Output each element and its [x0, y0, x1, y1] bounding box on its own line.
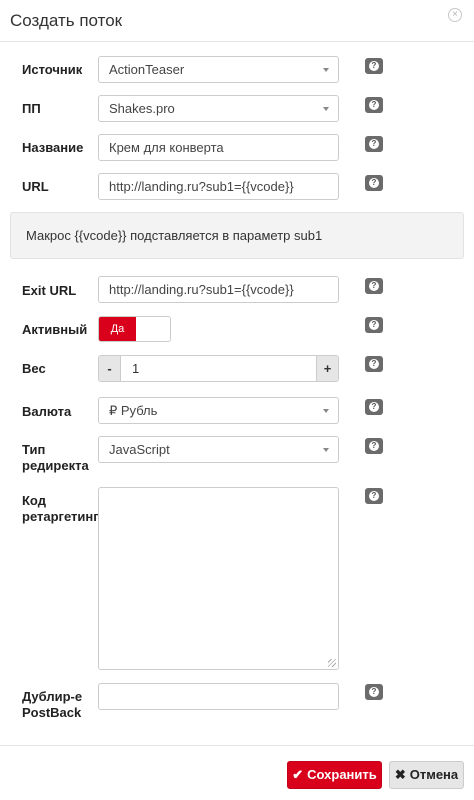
url-label: URL [22, 179, 49, 194]
check-icon: ✔ [292, 767, 304, 782]
chevron-down-icon [323, 409, 329, 413]
currency-select[interactable]: ₽ Рубль [98, 397, 339, 424]
weight-label: Вес [22, 361, 46, 376]
name-label: Название [22, 140, 84, 155]
pp-label: ПП [22, 101, 41, 116]
help-icon[interactable]: ? [365, 58, 383, 74]
help-icon[interactable]: ? [365, 317, 383, 333]
postback-input[interactable] [98, 683, 339, 710]
exit-url-label: Exit URL [22, 283, 77, 298]
exit-url-input[interactable]: http://landing.ru?sub1={{vcode}} [98, 276, 339, 303]
source-label: Источник [22, 62, 83, 77]
retargeting-code-textarea[interactable] [98, 487, 339, 670]
url-input[interactable]: http://landing.ru?sub1={{vcode}} [98, 173, 339, 200]
increment-button[interactable]: + [316, 356, 338, 381]
redirect-type-value: JavaScript [109, 442, 170, 457]
close-icon: ✖ [394, 767, 406, 782]
help-icon[interactable]: ? [365, 278, 383, 294]
active-toggle[interactable]: Да [98, 316, 171, 342]
chevron-down-icon [323, 107, 329, 111]
dialog-title: Создать поток [10, 11, 123, 30]
help-icon[interactable]: ? [365, 684, 383, 700]
pp-value: Shakes.pro [109, 101, 175, 116]
help-icon[interactable]: ? [365, 136, 383, 152]
currency-label: Валюта [22, 404, 72, 419]
pp-select[interactable]: Shakes.pro [98, 95, 339, 122]
name-input[interactable]: Крем для конверта [98, 134, 339, 161]
help-icon[interactable]: ? [365, 97, 383, 113]
help-icon[interactable]: ? [365, 356, 383, 372]
weight-stepper: - 1 + [98, 355, 339, 382]
retargeting-label: Код ретаргетинга [22, 493, 106, 524]
chevron-down-icon [323, 68, 329, 72]
dialog-footer: ✔ Сохранить ✖ Отмена [0, 745, 474, 800]
dialog-header: Создать поток × [0, 0, 474, 42]
currency-value: ₽ Рубль [109, 403, 158, 418]
source-select[interactable]: ActionTeaser [98, 56, 339, 83]
active-label: Активный [22, 322, 88, 337]
help-icon[interactable]: ? [365, 488, 383, 504]
help-icon[interactable]: ? [365, 438, 383, 454]
postback-label: Дублир-е PostBack [22, 689, 83, 720]
redirect-type-select[interactable]: JavaScript [98, 436, 339, 463]
toggle-on-label: Да [99, 317, 136, 341]
close-icon[interactable]: × [448, 8, 462, 22]
cancel-button[interactable]: ✖ Отмена [389, 761, 464, 789]
weight-input[interactable]: 1 [132, 356, 139, 381]
save-button[interactable]: ✔ Сохранить [287, 761, 382, 789]
info-notice: Макрос {{vcode}} подставляется в парамет… [10, 212, 464, 259]
resize-handle-icon[interactable] [328, 659, 336, 667]
source-value: ActionTeaser [109, 62, 185, 77]
help-icon[interactable]: ? [365, 399, 383, 415]
decrement-button[interactable]: - [99, 356, 121, 381]
redirect-type-label: Тип редиректа [22, 442, 89, 473]
chevron-down-icon [323, 448, 329, 452]
help-icon[interactable]: ? [365, 175, 383, 191]
